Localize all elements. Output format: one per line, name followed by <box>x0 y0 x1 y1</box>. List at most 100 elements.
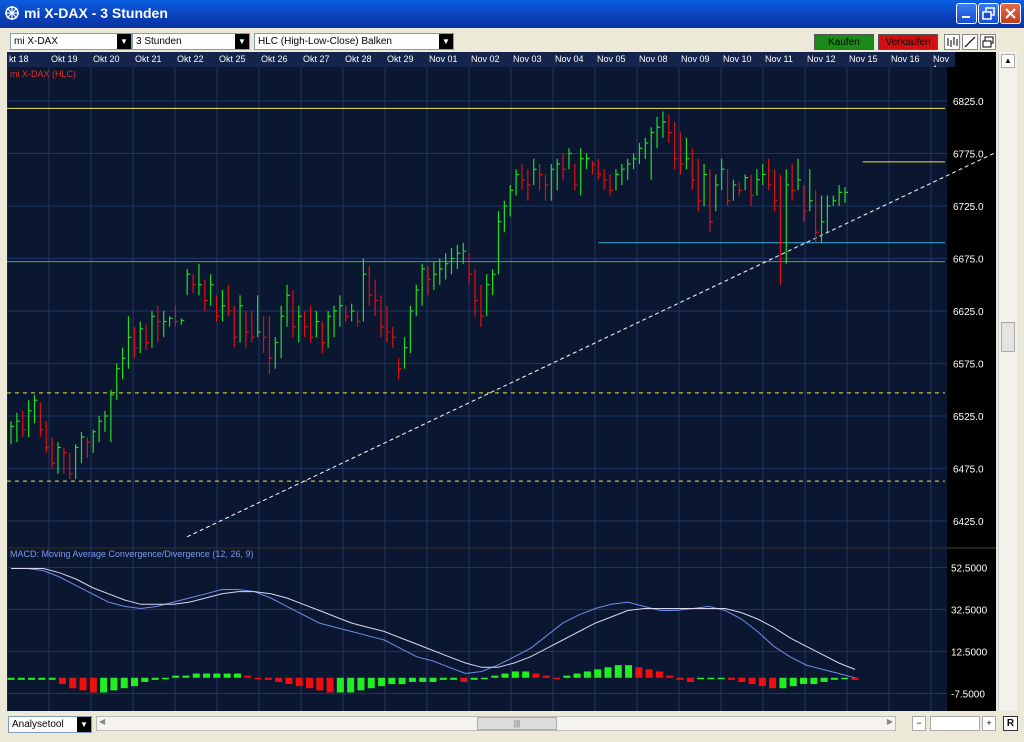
bottom-bar: Analysetool ▼ ◀ ||| ▶ − + R <box>6 713 1018 735</box>
window-title: mi X-DAX - 3 Stunden <box>24 5 168 21</box>
macd-histogram-bar <box>419 677 427 682</box>
macd-histogram-bar <box>429 677 437 682</box>
macd-histogram-bar <box>58 677 66 685</box>
macd-histogram-bar <box>378 677 386 687</box>
macd-histogram-bar <box>810 677 818 685</box>
macd-histogram-bar <box>367 677 375 689</box>
macd-histogram-bar <box>604 667 612 678</box>
macd-histogram-bar <box>141 677 149 682</box>
macd-histogram-bar <box>172 675 180 678</box>
macd-histogram-bar <box>264 677 272 680</box>
macd-histogram-bar <box>120 677 128 689</box>
macd-histogram-bar <box>460 677 468 682</box>
macd-histogram-bar <box>738 677 746 682</box>
minimize-icon[interactable] <box>956 3 977 24</box>
macd-histogram-bar <box>851 677 859 680</box>
macd-histogram-bar <box>38 677 46 680</box>
macd-histogram-bar <box>573 673 581 678</box>
chevron-down-icon[interactable]: ▼ <box>439 34 453 49</box>
macd-histogram-bar <box>151 677 159 680</box>
macd-histogram-bar <box>583 671 591 678</box>
macd-histogram-bar <box>347 677 355 693</box>
macd-tick-label: 32.5000 <box>951 606 988 617</box>
price-tick-label: 6425.0 <box>953 517 984 528</box>
macd-histogram-bar <box>275 677 283 682</box>
analysis-tool-value: Analysetool <box>12 719 64 730</box>
draw-line-icon[interactable] <box>962 34 978 50</box>
macd-histogram-bar <box>223 673 231 678</box>
chart-type-select[interactable]: HLC (High-Low-Close) Balken ▼ <box>254 33 454 50</box>
macd-histogram-bar <box>69 677 77 689</box>
macd-histogram-bar <box>748 677 756 685</box>
macd-histogram-bar <box>655 671 663 678</box>
macd-histogram-bar <box>244 675 252 678</box>
zoom-in-icon[interactable]: + <box>982 716 996 731</box>
macd-histogram-bar <box>727 677 735 680</box>
macd-histogram-bar <box>553 677 561 680</box>
macd-histogram-bar <box>203 673 211 678</box>
instrument-value: mi X-DAX <box>14 36 58 47</box>
restore-icon[interactable] <box>978 3 999 24</box>
macd-histogram-bar <box>450 677 458 680</box>
app-icon <box>5 6 19 20</box>
macd-histogram-bar <box>800 677 808 685</box>
scroll-right-icon[interactable]: ▶ <box>887 717 893 726</box>
macd-panel-background <box>7 549 947 711</box>
sell-button[interactable]: Verkaufen <box>878 34 938 50</box>
macd-histogram-bar <box>563 675 571 678</box>
macd-histogram-bar <box>326 677 334 693</box>
interval-value: 3 Stunden <box>136 36 182 47</box>
chevron-down-icon[interactable]: ▼ <box>77 717 91 732</box>
macd-histogram-bar <box>542 675 550 678</box>
macd-histogram-bar <box>233 673 241 678</box>
scroll-left-icon[interactable]: ◀ <box>99 717 105 726</box>
instrument-select[interactable]: mi X-DAX ▼ <box>10 33 132 50</box>
macd-histogram-bar <box>439 677 447 680</box>
reset-button[interactable]: R <box>1003 716 1018 731</box>
macd-histogram-bar <box>480 677 488 680</box>
macd-histogram-bar <box>408 677 416 682</box>
buy-button[interactable]: Kaufen <box>814 34 874 50</box>
macd-histogram-bar <box>7 677 15 680</box>
macd-histogram-bar <box>697 677 705 680</box>
macd-histogram-bar <box>769 677 777 689</box>
macd-histogram-bar <box>779 677 787 689</box>
macd-histogram-bar <box>470 677 478 680</box>
macd-histogram-bar <box>717 677 725 680</box>
interval-select[interactable]: 3 Stunden ▼ <box>132 33 250 50</box>
analysis-tool-select[interactable]: Analysetool ▼ <box>8 716 92 733</box>
macd-histogram-bar <box>614 665 622 678</box>
price-tick-label: 6475.0 <box>953 465 984 476</box>
bar-chart-icon[interactable] <box>944 34 960 50</box>
macd-histogram-bar <box>357 677 365 691</box>
macd-histogram-bar <box>17 677 25 680</box>
macd-histogram-bar <box>594 669 602 678</box>
macd-histogram-bar <box>100 677 108 693</box>
price-chart[interactable]: 6825.0 6775.0 6725.0 6675.0 6625.0 6575.0 6525… <box>7 52 996 711</box>
macd-histogram-bar <box>645 669 653 678</box>
chevron-down-icon[interactable]: ▼ <box>235 34 249 49</box>
zoom-out-icon[interactable]: − <box>912 716 926 731</box>
horizontal-scrollbar[interactable]: ◀ ||| ▶ <box>96 716 896 731</box>
scroll-thumb[interactable] <box>1001 322 1015 352</box>
chevron-down-icon[interactable]: ▼ <box>117 34 131 49</box>
macd-histogram-bar <box>758 677 766 687</box>
scroll-thumb[interactable]: ||| <box>477 717 557 730</box>
zoom-slider[interactable] <box>930 716 980 731</box>
scroll-up-icon[interactable]: ▲ <box>1001 54 1015 68</box>
window-layout-icon[interactable] <box>980 34 996 50</box>
close-icon[interactable] <box>1000 3 1021 24</box>
price-tick-label: 6825.0 <box>953 97 984 108</box>
price-tick-label: 6725.0 <box>953 202 984 213</box>
macd-histogram-bar <box>28 677 36 680</box>
chart-area[interactable]: kt 18 Okt 19 Okt 20 Okt 21 Okt 22 Okt 25 Okt 2… <box>7 52 996 711</box>
price-panel-background <box>7 67 947 547</box>
macd-histogram-bar <box>841 677 849 680</box>
price-tick-label: 6675.0 <box>953 255 984 266</box>
macd-histogram-bar <box>398 677 406 685</box>
macd-histogram-bar <box>511 671 519 678</box>
macd-histogram-bar <box>79 677 87 691</box>
vertical-scrollbar[interactable]: ▲ <box>998 52 1017 711</box>
macd-histogram-bar <box>532 673 540 678</box>
macd-histogram-bar <box>789 677 797 687</box>
